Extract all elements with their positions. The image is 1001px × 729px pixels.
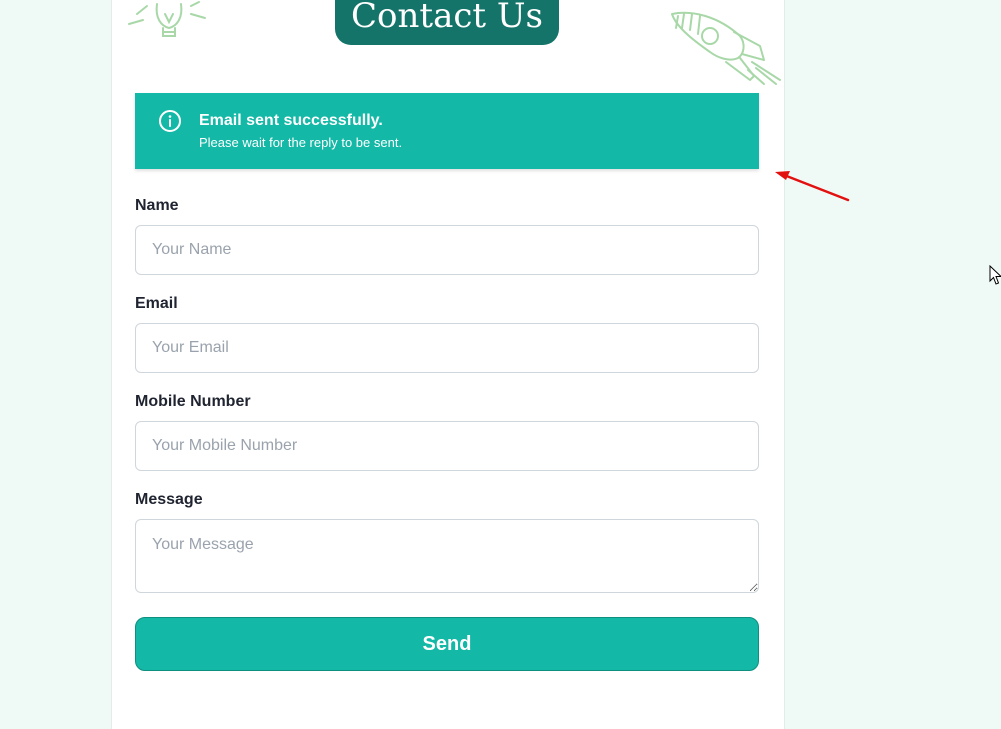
alert-title: Email sent successfully. — [199, 112, 383, 129]
page-title: Contact Us — [335, 0, 559, 45]
name-label: Name — [135, 197, 179, 214]
message-label: Message — [135, 491, 203, 508]
email-input[interactable] — [135, 323, 759, 373]
info-icon — [159, 110, 181, 132]
lightbulb-doodle-icon — [128, 1, 206, 37]
send-button[interactable]: Send — [135, 617, 759, 671]
annotation-arrow-icon — [775, 171, 850, 202]
success-alert: Email sent successfully. Please wait for… — [135, 93, 759, 169]
rocket-doodle-icon — [671, 11, 781, 85]
name-input[interactable] — [135, 225, 759, 275]
page: Contact Us Email sent successfully. Plea… — [0, 0, 1001, 729]
mobile-number-input[interactable] — [135, 421, 759, 471]
email-label: Email — [135, 295, 178, 312]
mouse-cursor-icon — [989, 265, 1001, 285]
message-textarea[interactable] — [135, 519, 759, 593]
alert-message: Please wait for the reply to be sent. — [199, 135, 403, 150]
mobile-number-label: Mobile Number — [135, 393, 251, 410]
